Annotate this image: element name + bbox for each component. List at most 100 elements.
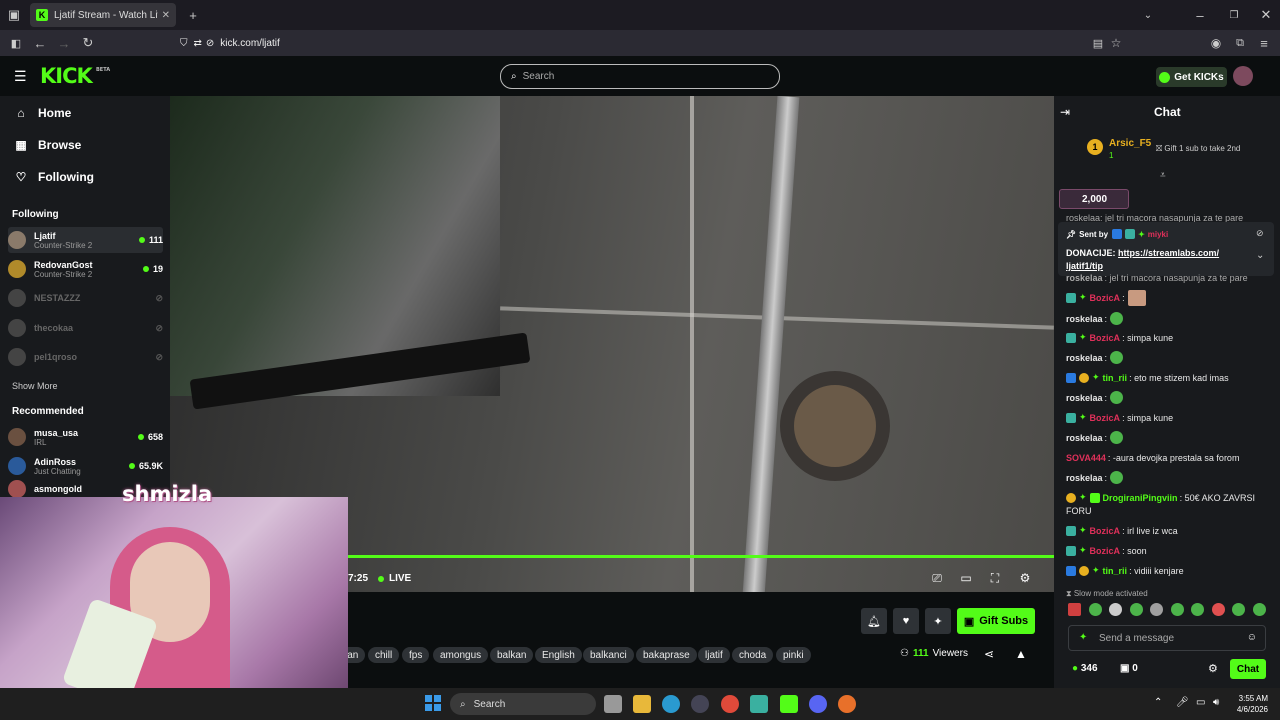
menu-icon[interactable]: ≡ <box>1254 33 1274 53</box>
user-avatar[interactable] <box>1233 66 1253 86</box>
sidebar-item-home[interactable]: ⌂ Home <box>14 106 71 120</box>
gift-subs-button[interactable]: ▣ Gift Subs <box>957 608 1035 634</box>
forward-icon[interactable]: → <box>54 33 74 53</box>
search-input[interactable]: ⌕ Search <box>500 64 780 89</box>
sidebar-item-following[interactable]: ♡ Following <box>14 170 94 184</box>
app-icon[interactable] <box>750 695 768 713</box>
new-tab-icon[interactable]: + <box>183 5 203 25</box>
pinned-link-cont[interactable]: ljatif1/tip <box>1066 261 1103 271</box>
chat-settings-gear-icon[interactable]: ⚙ <box>1208 662 1218 675</box>
gift-sub-prompt[interactable]: ⛝ Gift 1 sub to take 2nd <box>1156 144 1240 154</box>
close-window-icon[interactable]: ✕ <box>1256 5 1276 25</box>
pinned-message[interactable]: 📌︎ Sent by ✦ miyki DONACIJE: https://stre… <box>1058 222 1274 276</box>
stream-tag[interactable]: English <box>535 647 582 663</box>
report-icon[interactable]: ▲ <box>1015 647 1027 661</box>
following-channel[interactable]: NESTAZZZ ⊘ <box>8 285 163 311</box>
recommended-section-title: Recommended <box>12 406 84 417</box>
stream-tag[interactable]: fps <box>402 647 430 663</box>
follow-heart-button[interactable]: ♥ <box>893 608 919 634</box>
kick-logo[interactable]: KICK BETA <box>40 64 110 88</box>
task-view-icon[interactable] <box>604 695 622 713</box>
tab-close-icon[interactable]: ✕ <box>162 10 170 21</box>
pinned-link[interactable]: https://streamlabs.com/ <box>1118 248 1219 258</box>
video-progress-bar[interactable] <box>348 555 1054 558</box>
account-icon[interactable]: ◉ <box>1206 33 1226 53</box>
emote-icon[interactable] <box>1252 603 1266 616</box>
stream-tag[interactable]: balkan <box>490 647 534 663</box>
fullscreen-icon[interactable]: ⛶ <box>988 571 1002 585</box>
unpin-icon[interactable]: ⊘ <box>1256 228 1264 239</box>
notification-bell-button[interactable]: 🔔︎ <box>861 608 887 634</box>
recommended-channel[interactable]: AdinRoss Just Chatting 65.9K <box>8 453 163 479</box>
stream-tag[interactable]: ljatif <box>698 647 730 663</box>
emote-icon[interactable] <box>1129 603 1143 616</box>
chevron-up-icon[interactable]: ⌃ <box>1154 697 1162 708</box>
emote-icon[interactable] <box>1150 603 1164 616</box>
app-icon[interactable] <box>691 695 709 713</box>
firefox-icon[interactable] <box>838 695 856 713</box>
minimize-icon[interactable]: – <box>1190 5 1210 25</box>
hamburger-menu-icon[interactable]: ☰ <box>14 68 27 85</box>
stream-tag[interactable]: pinki <box>776 647 811 663</box>
emote-icon[interactable] <box>1088 603 1102 616</box>
chevron-down-icon[interactable]: ⌄ <box>1256 250 1264 261</box>
reload-icon[interactable]: ↻ <box>78 33 98 53</box>
stream-tag[interactable]: balkanci <box>583 647 634 663</box>
extensions-icon[interactable]: ⧉ <box>1230 33 1250 53</box>
taskbar-clock[interactable]: 3:55 AM 4/6/2026 <box>1232 693 1268 715</box>
top-gifter-name[interactable]: Arsic_F5 <box>1109 138 1151 149</box>
webcam-name-overlay: shmizla <box>122 482 213 506</box>
show-more-link[interactable]: Show More <box>12 381 58 391</box>
microphone-icon[interactable]: 🎤︎ <box>1176 697 1189 708</box>
settings-gear-icon[interactable]: ⚙ <box>1018 571 1032 585</box>
stream-tag[interactable]: choda <box>732 647 774 663</box>
slow-mode-icon: ⧗ <box>1066 589 1074 598</box>
network-icon[interactable]: ▭ <box>1196 697 1205 708</box>
stream-tag[interactable]: amongus <box>433 647 489 663</box>
emote-icon[interactable] <box>1191 603 1205 616</box>
send-chat-button[interactable]: Chat <box>1230 659 1266 679</box>
kick-app-icon[interactable] <box>780 695 798 713</box>
chat-input[interactable]: ✦ Send a message ☺ <box>1068 625 1266 651</box>
kicks-balance[interactable]: ● 346 <box>1072 663 1098 674</box>
emote-icon[interactable] <box>1232 603 1246 616</box>
get-kicks-button[interactable]: Get KICKs <box>1156 67 1227 87</box>
heart-icon: ♥ <box>902 615 910 627</box>
taskbar-search[interactable]: ⌕ Search <box>450 693 596 715</box>
following-channel[interactable]: pel1qroso ⊘ <box>8 344 163 370</box>
sidebar-toggle-icon[interactable]: ◧ <box>6 33 26 53</box>
following-channel[interactable]: thecokaa ⊘ <box>8 315 163 341</box>
emoji-picker-icon[interactable]: ☺ <box>1247 632 1257 643</box>
stream-tag[interactable]: bakaprase <box>636 647 697 663</box>
discord-icon[interactable] <box>809 695 827 713</box>
back-icon[interactable]: ← <box>30 33 50 53</box>
kicks-tip-badge[interactable]: 2,000 <box>1059 189 1129 209</box>
edge-icon[interactable] <box>662 695 680 713</box>
emote-icon[interactable] <box>1211 603 1225 616</box>
browser-tab[interactable]: K Ljatif Stream - Watch Live o ✕ <box>30 3 176 27</box>
home-icon: ⌂ <box>17 106 25 120</box>
url-bar[interactable]: ⛉ ⇄ ⊘ kick.com/ljatif <box>176 32 1126 54</box>
following-channel[interactable]: RedovanGost Counter-Strike 2 19 <box>8 256 163 282</box>
share-icon[interactable]: ⋖ <box>984 647 994 661</box>
sparkle-button[interactable]: ✦ <box>925 608 951 634</box>
sidebar-item-browse[interactable]: ▦ Browse <box>14 138 81 152</box>
restore-icon[interactable]: ❐ <box>1224 5 1244 25</box>
emote-icon[interactable] <box>1170 603 1184 616</box>
following-channel[interactable]: Ljatif Counter-Strike 2 111 <box>8 227 163 253</box>
file-explorer-icon[interactable] <box>633 695 651 713</box>
clip-icon[interactable]: ⎚ <box>930 571 944 585</box>
chevron-down-icon[interactable]: ⌄ <box>1138 5 1158 25</box>
expand-leaderboard-icon[interactable]: ⩡ <box>1160 170 1166 181</box>
collapse-chat-icon[interactable]: ⇥ <box>1060 105 1070 119</box>
tab-list-icon[interactable]: ▣ <box>4 5 24 25</box>
stream-tag[interactable]: chill <box>368 647 400 663</box>
chrome-icon[interactable] <box>721 695 739 713</box>
windows-start-icon[interactable] <box>425 695 441 711</box>
emote-icon[interactable] <box>1109 603 1123 616</box>
emote-icon[interactable] <box>1068 603 1081 616</box>
volume-icon[interactable]: 🔊︎ <box>1213 697 1219 708</box>
subs-balance[interactable]: ▣ 0 <box>1120 663 1138 674</box>
theater-mode-icon[interactable]: ▭ <box>959 571 973 585</box>
recommended-channel[interactable]: musa_usa IRL 658 <box>8 424 163 450</box>
